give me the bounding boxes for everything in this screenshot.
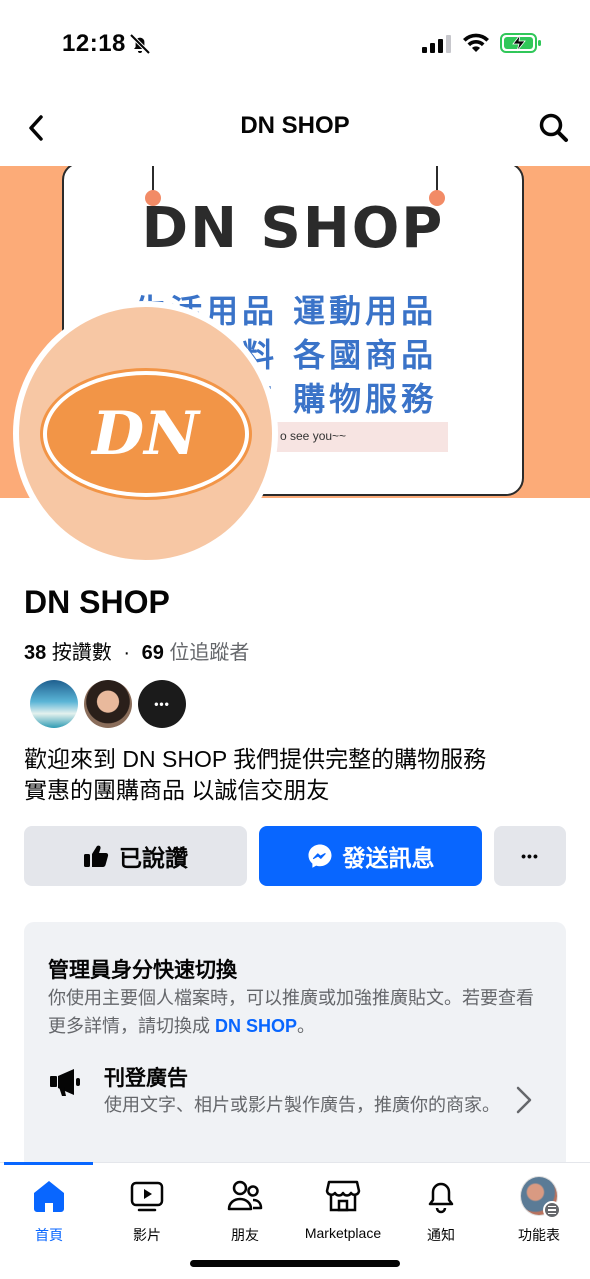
more-dots-icon: ••• (154, 697, 170, 711)
status-time: 12:18 (62, 30, 126, 57)
followers-count: 69 (141, 642, 164, 664)
create-ad-row[interactable]: 刊登廣告 使用文字、相片或影片製作廣告，推廣你的商家。 (24, 1056, 566, 1146)
likes-label: 按讚數 (51, 642, 112, 664)
messenger-icon (308, 844, 331, 868)
bell-off-icon (129, 33, 151, 55)
tab-home[interactable]: 首頁 (0, 1177, 98, 1245)
video-icon (130, 1181, 164, 1212)
profile-avatar[interactable]: DN (13, 301, 278, 566)
liked-button[interactable]: 已說讚 (24, 826, 247, 886)
home-indicator (190, 1260, 400, 1267)
switch-profile-link[interactable]: DN SHOP (215, 1016, 297, 1036)
tab-menu-label: 功能表 (518, 1227, 560, 1243)
chevron-right-icon (516, 1086, 532, 1114)
active-tab-indicator (4, 1162, 93, 1165)
logo-text: DN (92, 398, 199, 469)
friends-icon (227, 1180, 263, 1211)
send-message-label: 發送訊息 (342, 845, 435, 871)
tab-marketplace[interactable]: Marketplace (294, 1177, 392, 1241)
send-message-button[interactable]: 發送訊息 (259, 826, 482, 886)
create-ad-title: 刊登廣告 (104, 1067, 188, 1090)
top-nav-bar: DN SHOP (0, 98, 590, 158)
tab-marketplace-label: Marketplace (304, 1225, 382, 1241)
more-friends-button[interactable]: ••• (138, 680, 186, 728)
search-icon (539, 113, 568, 142)
page-name: DN SHOP (24, 584, 170, 620)
friend-avatar[interactable] (84, 680, 132, 728)
admin-card-description: 你使用主要個人檔案時，可以推廣或加強推廣貼文。若要查看更多詳情，請切換成 DN … (48, 984, 544, 1040)
menu-avatar (520, 1176, 561, 1219)
cover-string-right (436, 166, 438, 192)
tab-home-label: 首頁 (35, 1227, 63, 1243)
signal-icon (422, 35, 451, 53)
cover-string-left (152, 166, 154, 192)
tab-video-label: 影片 (133, 1227, 161, 1243)
tab-menu[interactable]: 功能表 (490, 1176, 588, 1245)
tab-friends[interactable]: 朋友 (196, 1177, 294, 1245)
admin-card-title: 管理員身分快速切換 (48, 959, 237, 982)
marketplace-icon (325, 1180, 361, 1212)
create-ad-description: 使用文字、相片或影片製作廣告，推廣你的商家。 (104, 1095, 500, 1115)
status-bar: 12:18 (0, 0, 590, 90)
likes-count: 38 (24, 642, 47, 664)
friend-avatar[interactable] (30, 680, 78, 728)
bell-icon (428, 1182, 454, 1214)
friends-who-like[interactable]: ••• (30, 680, 186, 728)
tab-friends-label: 朋友 (231, 1227, 259, 1243)
bio-line-1: 歡迎來到 DN SHOP 我們提供完整的購物服務 (24, 746, 487, 772)
more-dots-icon: ••• (521, 848, 539, 864)
megaphone-icon (50, 1069, 80, 1096)
liked-label: 已說讚 (119, 845, 188, 871)
admin-desc-suffix: 。 (297, 1016, 316, 1036)
wifi-icon (463, 33, 489, 52)
admin-switch-card: 管理員身分快速切換 你使用主要個人檔案時，可以推廣或加強推廣貼文。若要查看更多詳… (24, 922, 566, 1182)
tab-notifications-label: 通知 (427, 1227, 455, 1243)
cover-title: DN SHOP (141, 196, 445, 261)
thumbs-up-icon (84, 845, 109, 867)
more-options-button[interactable]: ••• (494, 826, 566, 886)
tab-video[interactable]: 影片 (98, 1177, 196, 1245)
dn-logo: DN (42, 370, 249, 497)
tab-notifications[interactable]: 通知 (392, 1177, 490, 1245)
search-button[interactable] (532, 108, 576, 148)
page-bio: 歡迎來到 DN SHOP 我們提供完整的購物服務 實惠的團購商品 以誠信交朋友 (24, 744, 564, 806)
followers-label: 位追蹤者 (169, 642, 250, 664)
stats-separator: · (123, 642, 131, 664)
page-title: DN SHOP (240, 112, 350, 139)
page-stats[interactable]: 38 按讚數 · 69 位追蹤者 (24, 636, 249, 665)
battery-charging-icon (500, 33, 541, 53)
cover-tagline: o see you~~ (264, 422, 448, 452)
bio-line-2: 實惠的團購商品 以誠信交朋友 (24, 777, 330, 803)
home-icon (34, 1181, 64, 1212)
menu-icon (543, 1201, 561, 1219)
avatar-background: DN (19, 307, 272, 560)
